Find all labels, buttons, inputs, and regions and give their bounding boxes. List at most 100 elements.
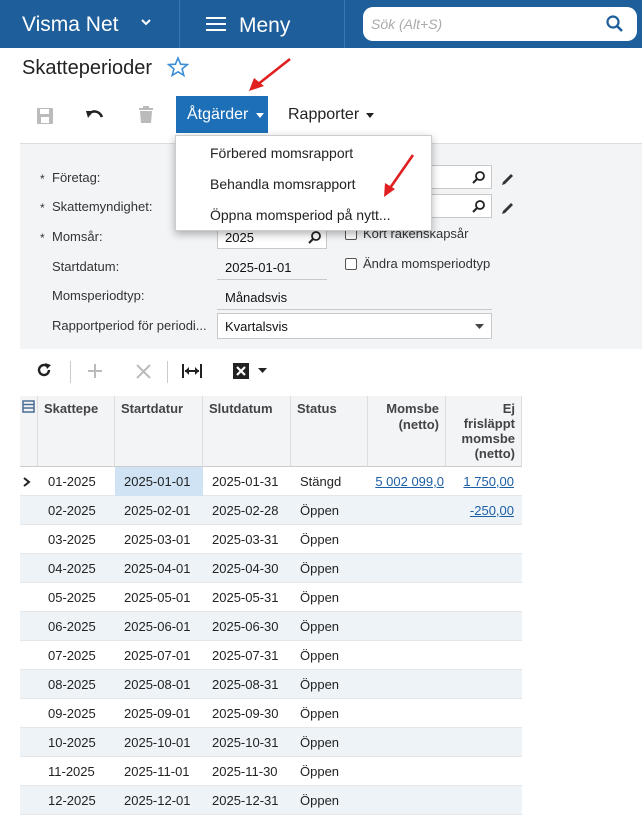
cell-status[interactable]: Öppen: [291, 728, 368, 757]
cell-start[interactable]: 2025-02-01: [115, 496, 203, 525]
cell-end[interactable]: 2025-02-28: [203, 496, 291, 525]
app-switcher[interactable]: Visma Net: [0, 0, 180, 48]
column-header-end[interactable]: Slutdatum: [203, 396, 291, 467]
cell-start[interactable]: 2025-06-01: [115, 612, 203, 641]
lookup-icon[interactable]: [472, 170, 486, 184]
menu-item-process-vat-report[interactable]: Behandla momsrapport: [210, 176, 356, 192]
cell-vat-net[interactable]: [368, 525, 446, 554]
cell-period[interactable]: 12-2025: [38, 786, 115, 815]
cell-end[interactable]: 2025-06-30: [203, 612, 291, 641]
cell-vat-net[interactable]: [368, 728, 446, 757]
cell-period[interactable]: 03-2025: [38, 525, 115, 554]
table-row[interactable]: 02-2025 2025-02-01 2025-02-28 Öppen -250,00: [20, 496, 522, 525]
cell-vat-net[interactable]: [368, 786, 446, 815]
add-row-icon[interactable]: [87, 363, 103, 379]
table-row[interactable]: 06-2025 2025-06-01 2025-06-30 Öppen: [20, 612, 522, 641]
cell-period[interactable]: 10-2025: [38, 728, 115, 757]
cell-status[interactable]: Öppen: [291, 583, 368, 612]
cell-period[interactable]: 06-2025: [38, 612, 115, 641]
favorite-star-icon[interactable]: [167, 56, 189, 78]
cell-end[interactable]: 2025-11-30: [203, 757, 291, 786]
table-row[interactable]: 08-2025 2025-08-01 2025-08-31 Öppen: [20, 670, 522, 699]
cell-unreleased-vat[interactable]: [446, 641, 522, 670]
table-row[interactable]: 09-2025 2025-09-01 2025-09-30 Öppen: [20, 699, 522, 728]
cell-vat-net[interactable]: [368, 583, 446, 612]
cell-period[interactable]: 08-2025: [38, 670, 115, 699]
cell-status[interactable]: Öppen: [291, 641, 368, 670]
menu-button[interactable]: Meny: [181, 0, 345, 48]
cell-period[interactable]: 05-2025: [38, 583, 115, 612]
search-input[interactable]: [371, 13, 601, 35]
table-row[interactable]: 11-2025 2025-11-01 2025-11-30 Öppen: [20, 757, 522, 786]
table-row[interactable]: 03-2025 2025-03-01 2025-03-31 Öppen: [20, 525, 522, 554]
cell-vat-net[interactable]: [368, 612, 446, 641]
table-row[interactable]: 04-2025 2025-04-01 2025-04-30 Öppen: [20, 554, 522, 583]
menu-item-prepare-vat-report[interactable]: Förbered momsrapport: [210, 145, 353, 161]
cell-unreleased-vat[interactable]: [446, 583, 522, 612]
cell-status[interactable]: Öppen: [291, 786, 368, 815]
cell-end[interactable]: 2025-04-30: [203, 554, 291, 583]
cell-period[interactable]: 07-2025: [38, 641, 115, 670]
cell-unreleased-vat[interactable]: [446, 612, 522, 641]
column-header-start[interactable]: Startdatur: [115, 396, 203, 467]
change-period-type-checkbox[interactable]: [345, 258, 357, 270]
edit-pencil-icon[interactable]: [500, 170, 516, 186]
refresh-icon[interactable]: [36, 362, 52, 378]
cell-start[interactable]: 2025-09-01: [115, 699, 203, 728]
cell-status[interactable]: Öppen: [291, 757, 368, 786]
cell-vat-net[interactable]: 5 002 099,0: [368, 467, 446, 496]
cell-status[interactable]: Stängd: [291, 467, 368, 496]
column-header-period[interactable]: Skattepe: [38, 396, 115, 467]
save-icon[interactable]: [36, 107, 54, 125]
cell-vat-net[interactable]: [368, 496, 446, 525]
cell-start[interactable]: 2025-08-01: [115, 670, 203, 699]
cell-period[interactable]: 04-2025: [38, 554, 115, 583]
cell-end[interactable]: 2025-03-31: [203, 525, 291, 554]
cell-vat-net[interactable]: [368, 757, 446, 786]
cell-end[interactable]: 2025-08-31: [203, 670, 291, 699]
cell-end[interactable]: 2025-01-31: [203, 467, 291, 496]
cell-start[interactable]: 2025-11-01: [115, 757, 203, 786]
search-icon[interactable]: [605, 14, 625, 34]
cell-start[interactable]: 2025-03-01: [115, 525, 203, 554]
cell-end[interactable]: 2025-07-31: [203, 641, 291, 670]
cell-status[interactable]: Öppen: [291, 612, 368, 641]
cell-unreleased-vat[interactable]: [446, 786, 522, 815]
delete-icon[interactable]: [138, 106, 154, 124]
cell-period[interactable]: 02-2025: [38, 496, 115, 525]
actions-button[interactable]: Åtgärder: [176, 96, 268, 133]
cell-status[interactable]: Öppen: [291, 496, 368, 525]
cell-start[interactable]: 2025-10-01: [115, 728, 203, 757]
cell-end[interactable]: 2025-10-31: [203, 728, 291, 757]
reports-button[interactable]: Rapporter: [288, 96, 388, 133]
cell-period[interactable]: 09-2025: [38, 699, 115, 728]
menu-item-reopen-vat-period[interactable]: Öppna momsperiod på nytt...: [210, 207, 391, 223]
column-header-vat-net[interactable]: Momsbe (netto): [368, 396, 446, 467]
cell-unreleased-vat[interactable]: [446, 728, 522, 757]
cell-unreleased-vat[interactable]: [446, 699, 522, 728]
cell-status[interactable]: Öppen: [291, 699, 368, 728]
cell-vat-net[interactable]: [368, 554, 446, 583]
column-header-status[interactable]: Status: [291, 396, 368, 467]
cell-unreleased-vat[interactable]: -250,00: [446, 496, 522, 525]
column-settings-icon[interactable]: [22, 400, 35, 413]
table-row[interactable]: 05-2025 2025-05-01 2025-05-31 Öppen: [20, 583, 522, 612]
lookup-icon[interactable]: [472, 199, 486, 213]
cell-start[interactable]: 2025-07-01: [115, 641, 203, 670]
cell-end[interactable]: 2025-05-31: [203, 583, 291, 612]
table-row[interactable]: 12-2025 2025-12-01 2025-12-31 Öppen: [20, 786, 522, 815]
cell-status[interactable]: Öppen: [291, 670, 368, 699]
cell-vat-net[interactable]: [368, 670, 446, 699]
cell-start[interactable]: 2025-04-01: [115, 554, 203, 583]
cell-unreleased-vat[interactable]: [446, 554, 522, 583]
cell-start[interactable]: 2025-05-01: [115, 583, 203, 612]
delete-row-icon[interactable]: [136, 364, 151, 379]
cell-vat-net[interactable]: [368, 641, 446, 670]
row-selector-header[interactable]: [20, 396, 38, 467]
lookup-icon[interactable]: [308, 230, 322, 244]
cell-status[interactable]: Öppen: [291, 554, 368, 583]
cell-period[interactable]: 01-2025: [38, 467, 115, 496]
table-row[interactable]: 10-2025 2025-10-01 2025-10-31 Öppen: [20, 728, 522, 757]
cell-unreleased-vat[interactable]: [446, 757, 522, 786]
excel-export-icon[interactable]: [232, 362, 250, 380]
